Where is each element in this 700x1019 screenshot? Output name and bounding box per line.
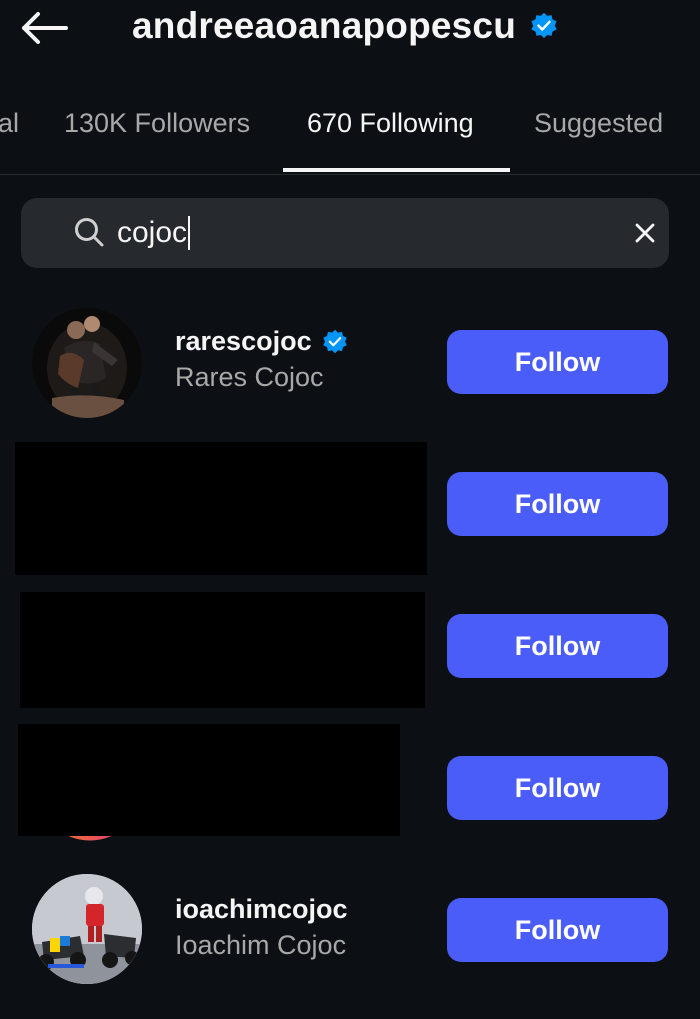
result-username[interactable]: rarescojoc [175,326,312,357]
list-item[interactable]: Follow [0,716,700,858]
result-full-name: Ioachim Cojoc [175,930,347,960]
redacted-content [20,592,425,708]
follow-button[interactable]: Follow [447,898,668,962]
result-full-name: Rares Cojoc [175,362,324,392]
back-button[interactable] [20,8,70,48]
redacted-content [18,724,400,836]
follow-button[interactable]: Follow [447,472,668,536]
search-input[interactable]: cojoc [117,210,191,256]
follow-button[interactable]: Follow [447,614,668,678]
tab-following[interactable]: 670 Following [307,108,474,139]
username-line: rarescojoc [175,326,348,357]
list-item[interactable]: Follow [0,432,700,575]
verified-badge-icon [530,12,558,40]
list-item[interactable]: rarescojoc Rares Cojoc Follow [0,290,700,432]
follow-button[interactable]: Follow [447,756,668,820]
text-caret [188,216,191,250]
search-bar[interactable]: cojoc [21,198,669,268]
avatar-image [32,874,142,984]
list-item[interactable]: Follow [0,574,700,716]
result-username[interactable]: ioachimcojoc [175,894,348,925]
profile-title-group: andreeaoanapopescu [132,4,558,48]
follow-tabs: al 130K Followers 670 Following Suggeste… [0,96,700,176]
active-tab-indicator [283,168,510,172]
back-arrow-icon [22,12,68,44]
search-query-text: cojoc [117,216,188,249]
avatar-image [32,308,142,418]
tab-suggested[interactable]: Suggested [534,108,663,139]
profile-username-title: andreeaoanapopescu [132,5,517,46]
tabs-divider [0,174,700,175]
list-item[interactable]: ioachimcojoc Ioachim Cojoc Follow [0,858,700,1000]
avatar[interactable] [32,308,142,418]
top-bar: andreeaoanapopescu [0,0,700,56]
search-icon [75,218,104,247]
verified-badge-icon [322,329,348,355]
clear-search-icon[interactable] [627,215,663,251]
follow-button[interactable]: Follow [447,330,668,394]
tab-followers[interactable]: 130K Followers [64,108,250,139]
tab-mutual[interactable]: al [0,108,19,139]
redacted-content [15,442,427,575]
avatar[interactable] [32,874,142,984]
